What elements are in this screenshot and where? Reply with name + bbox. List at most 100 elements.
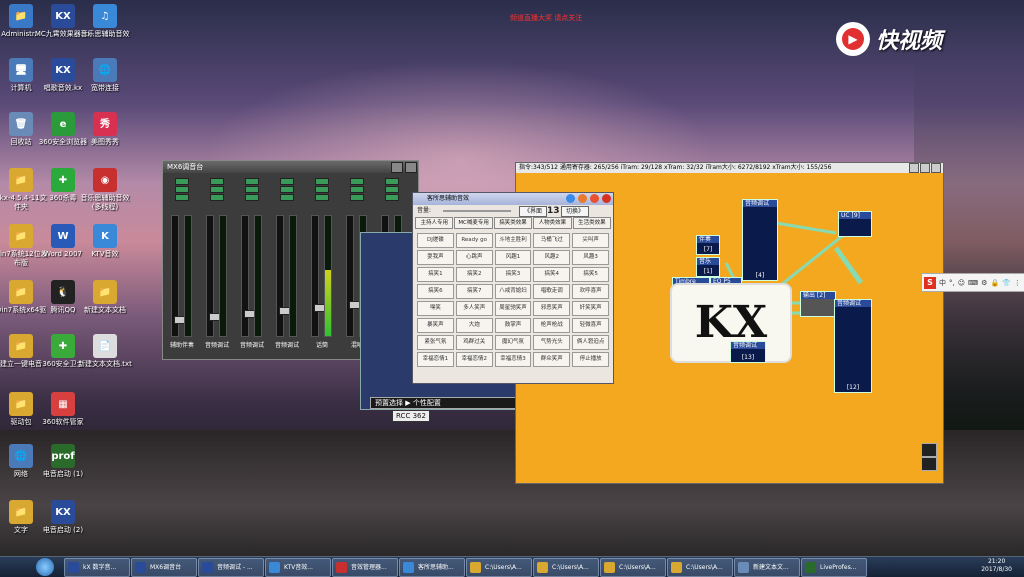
ime-item[interactable]: ⌨: [968, 279, 978, 287]
channel-fader[interactable]: [171, 215, 186, 337]
taskbar-item[interactable]: KTV音效...: [265, 558, 331, 577]
ime-item[interactable]: ☺: [958, 279, 965, 287]
channel-button[interactable]: [280, 194, 294, 201]
open-icon[interactable]: [921, 457, 937, 471]
desktop-icon[interactable]: K KTV音效: [76, 224, 134, 259]
dsp-block-accompany[interactable]: 伴奏 [7]: [696, 235, 720, 255]
ime-item[interactable]: ⋮: [1014, 279, 1021, 287]
sfx-effect-button[interactable]: 鼓掌声: [494, 318, 532, 333]
channel-button[interactable]: [175, 178, 189, 185]
sfx-effect-button[interactable]: 嘿笑: [417, 301, 454, 316]
minimize-button[interactable]: [578, 194, 588, 203]
ime-item[interactable]: 🔒: [990, 279, 999, 287]
ime-toolbar[interactable]: S 中 °, ☺ ⌨ ⚙ 🔒 👕 ⋮: [921, 273, 1024, 292]
desktop-icon[interactable]: 秀美图秀秀: [76, 112, 134, 147]
sfx-title-bar[interactable]: 客所思辅助音效: [413, 193, 613, 205]
desktop-icon[interactable]: ▦ 360软件管家: [34, 392, 92, 427]
sfx-effect-button[interactable]: 唱歌走调: [533, 284, 571, 299]
channel-fader[interactable]: [276, 215, 291, 337]
sfx-effect-button[interactable]: 俩人窘迫点: [572, 335, 609, 350]
sfx-effect-button[interactable]: 风趣2: [533, 250, 571, 265]
channel-button[interactable]: [280, 186, 294, 193]
channel-button[interactable]: [210, 186, 224, 193]
channel-button[interactable]: [315, 186, 329, 193]
sfx-effect-button[interactable]: Ready go: [455, 233, 493, 248]
sfx-effect-button[interactable]: 搞笑6: [417, 284, 454, 299]
sfx-effect-button[interactable]: 耍我声: [417, 250, 454, 265]
info-icon[interactable]: [566, 194, 576, 203]
ime-item[interactable]: °,: [949, 279, 955, 287]
sfx-effect-button[interactable]: 搞笑1: [417, 267, 454, 282]
ime-item[interactable]: 中: [939, 279, 946, 287]
close-button[interactable]: [405, 162, 417, 173]
desktop-icon[interactable]: KX 电音启动 (2): [34, 500, 92, 535]
ime-item[interactable]: ⚙: [981, 279, 987, 287]
desktop-icon[interactable]: 📁 新建文本文档: [76, 280, 134, 315]
taskbar-item[interactable]: 音效管理器...: [332, 558, 398, 577]
channel-button[interactable]: [280, 178, 294, 185]
dsp-block-output[interactable]: 输出 [2]: [800, 291, 836, 317]
taskbar-item[interactable]: C:\Users\A...: [667, 558, 733, 577]
taskbar-item[interactable]: LiveProfes...: [801, 558, 867, 577]
sfx-effect-button[interactable]: 马桶飞过: [533, 233, 571, 248]
sfx-tab[interactable]: 生活类效果: [572, 217, 612, 229]
sfx-effect-button[interactable]: 紧张气氛: [417, 335, 454, 350]
channel-button[interactable]: [245, 186, 259, 193]
sfx-effect-button[interactable]: 斗地主胜利: [494, 233, 532, 248]
sfx-effect-button[interactable]: 幸福恋情1: [417, 352, 454, 367]
channel-button[interactable]: [175, 186, 189, 193]
channel-button[interactable]: [175, 194, 189, 201]
channel-button[interactable]: [385, 186, 399, 193]
desktop-icon[interactable]: prof 电音启动 (1): [34, 444, 92, 479]
sfx-tab[interactable]: 人物类效果: [533, 217, 572, 229]
mixer-title-bar[interactable]: MX6调音台: [163, 161, 418, 173]
channel-button[interactable]: [245, 178, 259, 185]
sfx-effect-button[interactable]: 搞笑5: [572, 267, 609, 282]
channel-button[interactable]: [385, 178, 399, 185]
sfx-effect-button[interactable]: 搞笑7: [455, 284, 493, 299]
sfx-effect-button[interactable]: 大炮: [455, 318, 493, 333]
sfx-effect-button[interactable]: 幸福恋情3: [494, 352, 532, 367]
sfx-effect-button[interactable]: 心跳声: [455, 250, 493, 265]
dsp-block-uc[interactable]: UC [9]: [838, 211, 872, 237]
desktop-icon[interactable]: 🌐 宽带连接: [76, 58, 134, 93]
sfx-effect-button[interactable]: 群众笑声: [533, 352, 571, 367]
sfx-effect-button[interactable]: 停止播放: [572, 352, 609, 367]
channel-fader[interactable]: [311, 215, 326, 337]
taskbar-item[interactable]: kX 数字音...: [64, 558, 130, 577]
taskbar-item[interactable]: MX6调音台: [131, 558, 197, 577]
ime-item[interactable]: 👕: [1002, 279, 1011, 287]
sfx-effect-button[interactable]: 幸福恋情2: [455, 352, 493, 367]
desktop-icon[interactable]: ♫ 音乐思辅助音效: [76, 4, 134, 39]
close-button[interactable]: [931, 163, 941, 173]
switch-button[interactable]: 切换》: [561, 206, 589, 217]
taskbar-item[interactable]: C:\Users\A...: [466, 558, 532, 577]
channel-fader[interactable]: [346, 215, 361, 337]
sfx-effect-button[interactable]: 八戒背媳妇: [494, 284, 532, 299]
channel-button[interactable]: [315, 178, 329, 185]
sfx-effect-button[interactable]: 尖叫声: [572, 233, 609, 248]
taskbar-item[interactable]: 音频调试 - ...: [198, 558, 264, 577]
sogou-icon[interactable]: S: [924, 276, 936, 289]
sfx-tab[interactable]: MC喊麦专用: [454, 217, 493, 229]
start-button[interactable]: [36, 558, 54, 576]
sfx-effect-button[interactable]: 暴笑声: [417, 318, 454, 333]
sfx-effect-button[interactable]: 奸笑笑声: [572, 301, 609, 316]
dsp-block-audio-debug[interactable]: 音频调试 [4]: [742, 199, 778, 281]
sfx-tab[interactable]: 搞笑类效果: [493, 217, 533, 229]
channel-fader[interactable]: [241, 215, 256, 337]
channel-button[interactable]: [315, 194, 329, 201]
taskbar-item[interactable]: 客所思辅助...: [399, 558, 465, 577]
volume-slider[interactable]: [443, 210, 511, 212]
dsp-block-audio-debug-13[interactable]: 音频调试 [13]: [730, 341, 766, 363]
sfx-effect-button[interactable]: 气势光头: [533, 335, 571, 350]
desktop-icon[interactable]: ◉ 音乐思辅助音效(多线程): [76, 168, 134, 212]
channel-button[interactable]: [350, 186, 364, 193]
sfx-effect-button[interactable]: 风趣3: [572, 250, 609, 265]
maximize-button[interactable]: [920, 163, 930, 173]
channel-button[interactable]: [350, 178, 364, 185]
sfx-effect-button[interactable]: 欢呼喜声: [572, 284, 609, 299]
close-button[interactable]: [602, 194, 611, 203]
sfx-effect-button[interactable]: 魔幻气氛: [494, 335, 532, 350]
dsp-block-1[interactable]: 音乐 [1]: [696, 257, 720, 277]
